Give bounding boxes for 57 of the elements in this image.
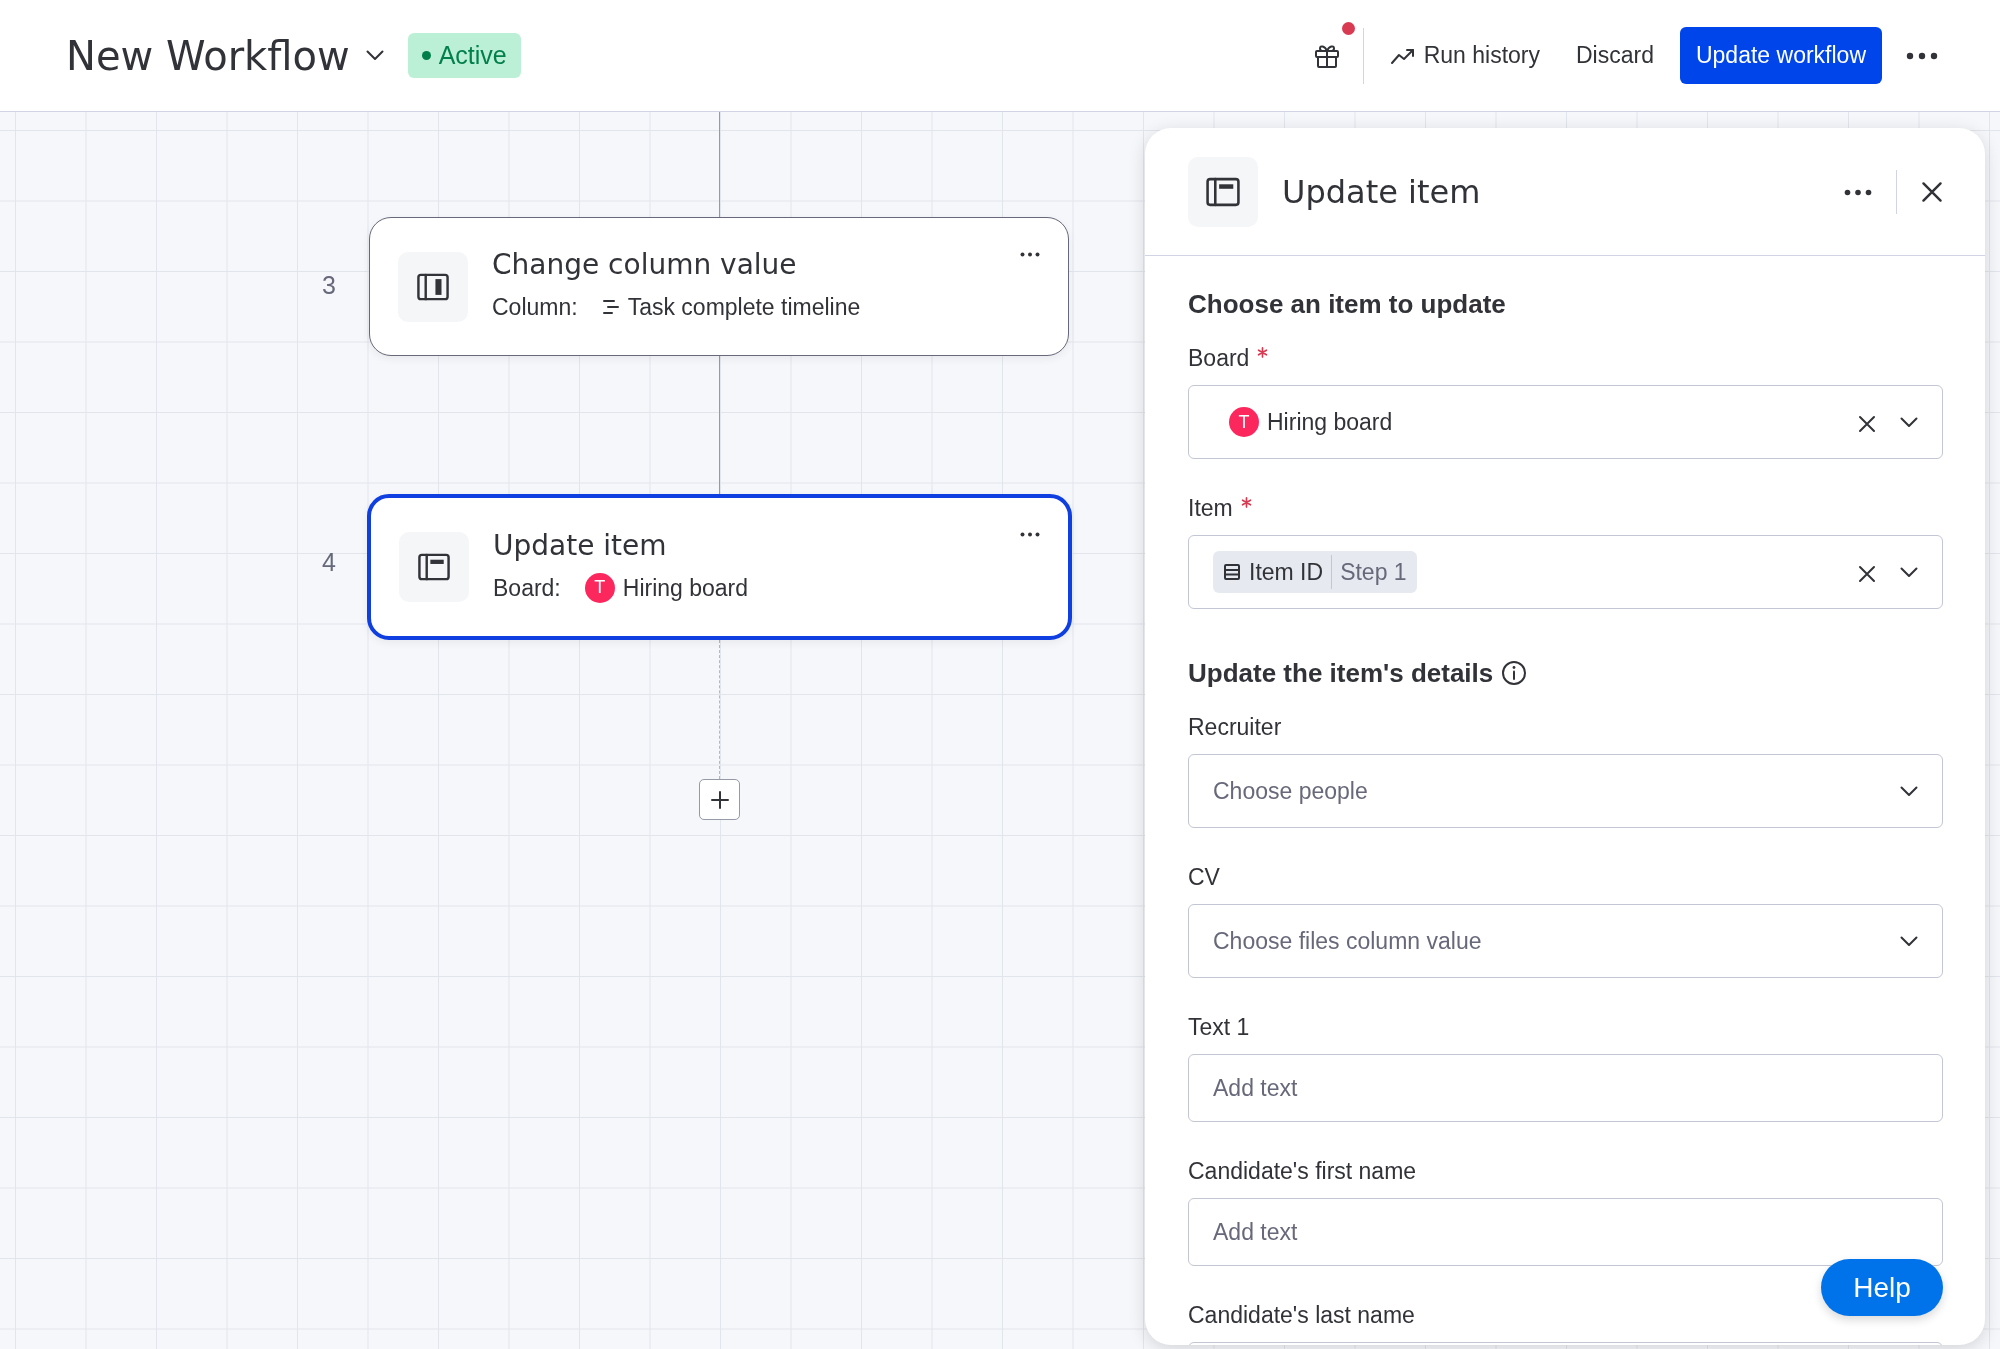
trend-line-icon <box>1389 46 1416 65</box>
field-label: Text 1 <box>1188 1013 1250 1042</box>
plus-icon <box>709 789 730 810</box>
section-heading: Update the item's details <box>1188 658 1494 688</box>
dropdown[interactable]: Choose people <box>1188 754 1943 828</box>
dropdown-placeholder: Choose people <box>1213 776 1368 806</box>
item-dropdown[interactable]: Item ID Step 1 <box>1188 535 1943 609</box>
workflow-title: New Workflow <box>66 31 350 81</box>
step-title: Change column value <box>492 248 798 283</box>
field-label: Item <box>1188 494 1233 523</box>
text-input[interactable]: Add text <box>1188 1054 1943 1122</box>
chevron-down-icon[interactable] <box>365 50 384 61</box>
chevron-down-icon <box>1900 566 1918 578</box>
detail-value: Hiring board <box>622 573 749 603</box>
more-options-icon[interactable] <box>1020 532 1040 538</box>
timeline-column-icon <box>601 298 620 317</box>
help-button[interactable]: Help <box>1821 1259 1943 1316</box>
step-card[interactable]: Update item Board: T Hiring board <box>367 494 1072 640</box>
token-label: Item ID <box>1249 557 1324 587</box>
run-history-button[interactable]: Run history <box>1379 30 1550 81</box>
clear-icon[interactable] <box>1858 564 1876 583</box>
status-badge: Active <box>407 32 521 79</box>
step-card[interactable]: Change column value Column: Task complete timeline <box>369 217 1069 356</box>
field-label: Board <box>1188 344 1250 373</box>
update-workflow-button[interactable]: Update workflow <box>1679 27 1882 84</box>
selected-value: Hiring board <box>1267 407 1393 437</box>
clear-icon[interactable] <box>1858 414 1876 433</box>
dropdown-placeholder: Choose files column value <box>1213 926 1482 956</box>
avatar-icon: T <box>584 572 615 603</box>
field-label: Candidate's first name <box>1188 1157 1417 1186</box>
panel-title: Update item <box>1282 171 1481 213</box>
more-options-icon[interactable] <box>1906 52 1938 61</box>
step-title: Update item <box>493 528 668 563</box>
chevron-down-icon <box>1900 416 1918 428</box>
section-heading: Choose an item to update <box>1188 289 1506 319</box>
detail-value: Task complete timeline <box>627 293 861 323</box>
field-label: Candidate's last name <box>1188 1301 1415 1330</box>
field-label: Recruiter <box>1188 713 1282 742</box>
more-options-icon[interactable] <box>1844 188 1872 196</box>
step-number: 4 <box>322 547 336 578</box>
discard-button[interactable]: Discard <box>1566 30 1664 81</box>
field-label: CV <box>1188 863 1220 892</box>
detail-label: Board: <box>493 573 561 603</box>
chevron-down-icon <box>1900 785 1918 797</box>
token-source: Step 1 <box>1331 554 1407 590</box>
text-input[interactable]: Add text <box>1188 1198 1943 1266</box>
list-icon <box>1223 563 1241 581</box>
info-icon[interactable] <box>1501 660 1528 686</box>
avatar-icon: T <box>1229 407 1259 437</box>
add-step-button[interactable] <box>699 779 740 820</box>
board-dropdown[interactable]: T Hiring board <box>1188 385 1943 459</box>
step-number: 3 <box>322 270 336 301</box>
chevron-down-icon <box>1900 935 1918 947</box>
more-options-icon[interactable] <box>1020 252 1040 258</box>
close-icon[interactable] <box>1921 180 1943 203</box>
dropdown[interactable]: Choose files column value <box>1188 904 1943 978</box>
detail-label: Column: <box>492 293 578 323</box>
